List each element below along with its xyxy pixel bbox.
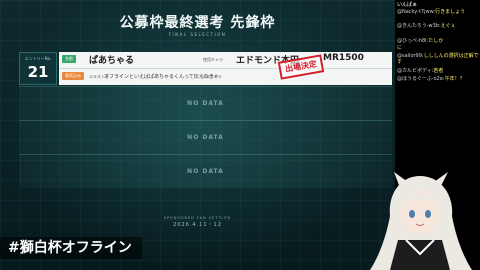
comment-tag: 意気込み (62, 72, 84, 80)
stream-stage: 公募枠最終選考 先鋒枠 FINAL SELECTION エントリーNo. 21 … (0, 0, 395, 270)
page-title: 公募枠最終選考 先鋒枠 (119, 15, 276, 31)
sponsor-text: SPONSORED FAN SETTLED (163, 216, 232, 220)
chat-message: @sailor99:しししんの選択は正解です (397, 53, 479, 65)
chat-message: @カルビポディ:若者 (397, 68, 479, 74)
empty-slot: NO DATA (19, 120, 392, 154)
event-date: 2026.4.11・12 (173, 222, 222, 228)
entry-row-name: 名前 ぱあちゃる 使用キャラ エドモンド本田 ランク MR1500 (59, 52, 392, 69)
chat-message: に (397, 45, 479, 51)
chat-message: いんぱぁ (397, 2, 479, 8)
chat-text: 若者 (433, 68, 444, 74)
entry-number: 21 (27, 63, 49, 81)
chat-text: 午年！？ (444, 76, 465, 82)
entry-card: エントリーNo. 21 名前 ぱあちゃる 使用キャラ エドモンド本田 ランク M… (19, 52, 392, 85)
page-subtitle: FINAL SELECTION (168, 32, 227, 37)
chat-user: @きんたろう-w3b: (397, 23, 441, 29)
entry-number-label: エントリーNo. (24, 56, 52, 61)
chat-text: たしか (428, 38, 444, 44)
empty-slot: NO DATA (19, 86, 392, 120)
chat-text: 行きましょう (435, 9, 466, 15)
comment-label-2: エキストラ (202, 74, 222, 79)
chat-message: @ほうるぐーふ-o2e:午年！？ (397, 76, 479, 82)
chat-text: に (397, 45, 403, 51)
entry-row-comment: 意気込み エキストラ オフラインといえばぱあちゃるくんって伝えなきゃ エキストラ (59, 69, 392, 85)
chat-text: えぐぇ (440, 23, 456, 29)
player-name: ぱあちゃる (89, 56, 135, 66)
chat-user: @Nacky-t7jww: (397, 9, 436, 15)
chat-message: @Nacky-t7jww:行きましょう (397, 9, 479, 15)
character-label: 使用キャラ (203, 57, 223, 62)
chat-user: @ひっぺ-h8l: (397, 38, 429, 44)
entry-details: 名前 ぱあちゃる 使用キャラ エドモンド本田 ランク MR1500 意気込み エ… (59, 52, 392, 85)
empty-slot: NO DATA (19, 154, 392, 188)
name-tag: 名前 (62, 55, 76, 63)
streamer-avatar (370, 172, 472, 270)
chat-user: @カルビポディ: (397, 68, 434, 74)
chat-user: @ほうるぐーふ-o2e: (397, 76, 445, 82)
chat-text: いんぱぁ (397, 2, 418, 8)
hashtag-banner: #獅白杯オフライン (0, 237, 142, 259)
chat-message: @きんたろう-w3b:えぐぇ (397, 23, 479, 29)
entry-number-box: エントリーNo. 21 (19, 52, 57, 85)
player-rank: MR1500 (323, 53, 364, 63)
chat-message: @ひっぺ-h8l:たしか (397, 38, 479, 44)
